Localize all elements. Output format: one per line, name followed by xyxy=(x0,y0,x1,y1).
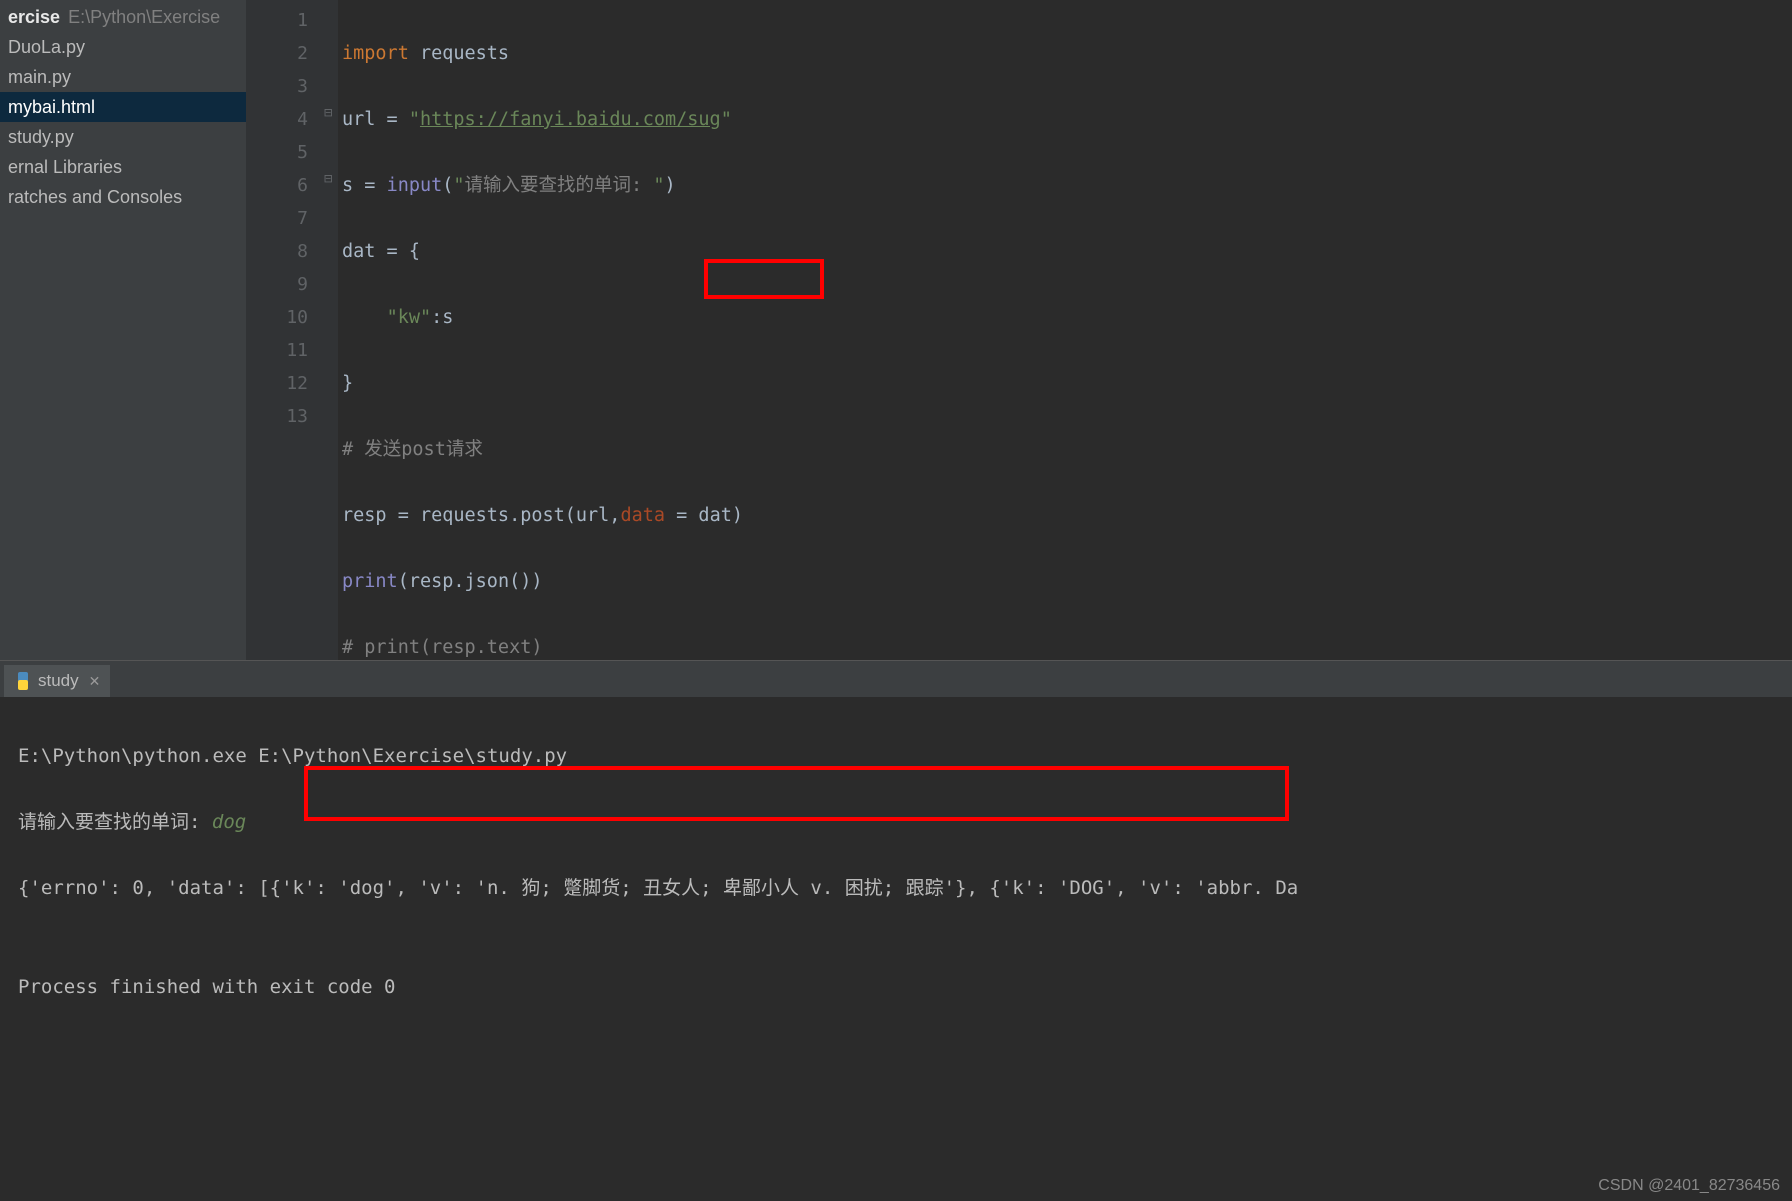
line-number: 6 xyxy=(246,169,326,202)
line-number: 10 xyxy=(246,301,326,334)
sidebar-file-duola[interactable]: DuoLa.py xyxy=(0,32,246,62)
code-line: url = "https://fanyi.baidu.com/sug" xyxy=(338,103,1792,136)
run-tool-window: study ✕ E:\Python\python.exe E:\Python\E… xyxy=(0,660,1792,920)
sidebar-external-libraries[interactable]: ernal Libraries xyxy=(0,152,246,182)
sidebar-file-study[interactable]: study.py xyxy=(0,122,246,152)
line-number: 9 xyxy=(246,268,326,301)
fold-close-icon[interactable]: ⊟ xyxy=(324,171,332,187)
sidebar-file-main[interactable]: main.py xyxy=(0,62,246,92)
console-line: 请输入要查找的单词: dog xyxy=(18,806,1774,839)
project-root-item[interactable]: ercise E:\Python\Exercise xyxy=(0,2,246,32)
project-sidebar: ercise E:\Python\Exercise DuoLa.py main.… xyxy=(0,0,246,660)
code-editor[interactable]: 1 2 3 4 5 6 7 8 9 10 11 12 13 ⊟ ⊟ import… xyxy=(246,0,1792,660)
line-number: 1 xyxy=(246,4,326,37)
code-line: "kw":s xyxy=(338,301,1792,334)
code-line: dat = { xyxy=(338,235,1792,268)
line-number-gutter: 1 2 3 4 5 6 7 8 9 10 11 12 13 xyxy=(246,0,326,660)
console-line: Process finished with exit code 0 xyxy=(18,971,1774,1004)
code-line: # 发送post请求 xyxy=(338,433,1792,466)
code-line: s = input("请输入要查找的单词: ") xyxy=(338,169,1792,202)
fold-gutter: ⊟ ⊟ xyxy=(326,0,338,660)
python-icon xyxy=(14,672,32,690)
line-number: 8 xyxy=(246,235,326,268)
tab-label: study xyxy=(38,671,79,691)
run-tab-study[interactable]: study ✕ xyxy=(4,665,110,697)
sidebar-scratches[interactable]: ratches and Consoles xyxy=(0,182,246,212)
code-line: import requests xyxy=(338,37,1792,70)
line-number: 4 xyxy=(246,103,326,136)
code-line: } xyxy=(338,367,1792,400)
console-output[interactable]: E:\Python\python.exe E:\Python\Exercise\… xyxy=(0,697,1792,1113)
line-number: 13 xyxy=(246,400,326,433)
code-line: resp = requests.post(url,data = dat) xyxy=(338,499,1792,532)
file-label: mybai.html xyxy=(8,97,95,118)
console-line: E:\Python\python.exe E:\Python\Exercise\… xyxy=(18,740,1774,773)
close-icon[interactable]: ✕ xyxy=(89,673,101,690)
console-tab-bar: study ✕ xyxy=(0,661,1792,697)
watermark-text: CSDN @2401_82736456 xyxy=(1598,1177,1780,1195)
sidebar-file-mybai[interactable]: mybai.html xyxy=(0,92,246,122)
code-text-area[interactable]: import requests url = "https://fanyi.bai… xyxy=(338,0,1792,660)
line-number: 3 xyxy=(246,70,326,103)
code-line: print(resp.json()) xyxy=(338,565,1792,598)
line-number: 5 xyxy=(246,136,326,169)
scratches-label: ratches and Consoles xyxy=(8,187,182,208)
line-number: 2 xyxy=(246,37,326,70)
file-label: DuoLa.py xyxy=(8,37,85,58)
console-line: {'errno': 0, 'data': [{'k': 'dog', 'v': … xyxy=(18,872,1774,905)
file-label: study.py xyxy=(8,127,74,148)
libs-label: ernal Libraries xyxy=(8,157,122,178)
project-root-name: ercise xyxy=(8,7,60,28)
line-number: 12 xyxy=(246,367,326,400)
fold-open-icon[interactable]: ⊟ xyxy=(324,105,332,121)
line-number: 11 xyxy=(246,334,326,367)
project-root-path: E:\Python\Exercise xyxy=(68,7,220,28)
line-number: 7 xyxy=(246,202,326,235)
file-label: main.py xyxy=(8,67,71,88)
